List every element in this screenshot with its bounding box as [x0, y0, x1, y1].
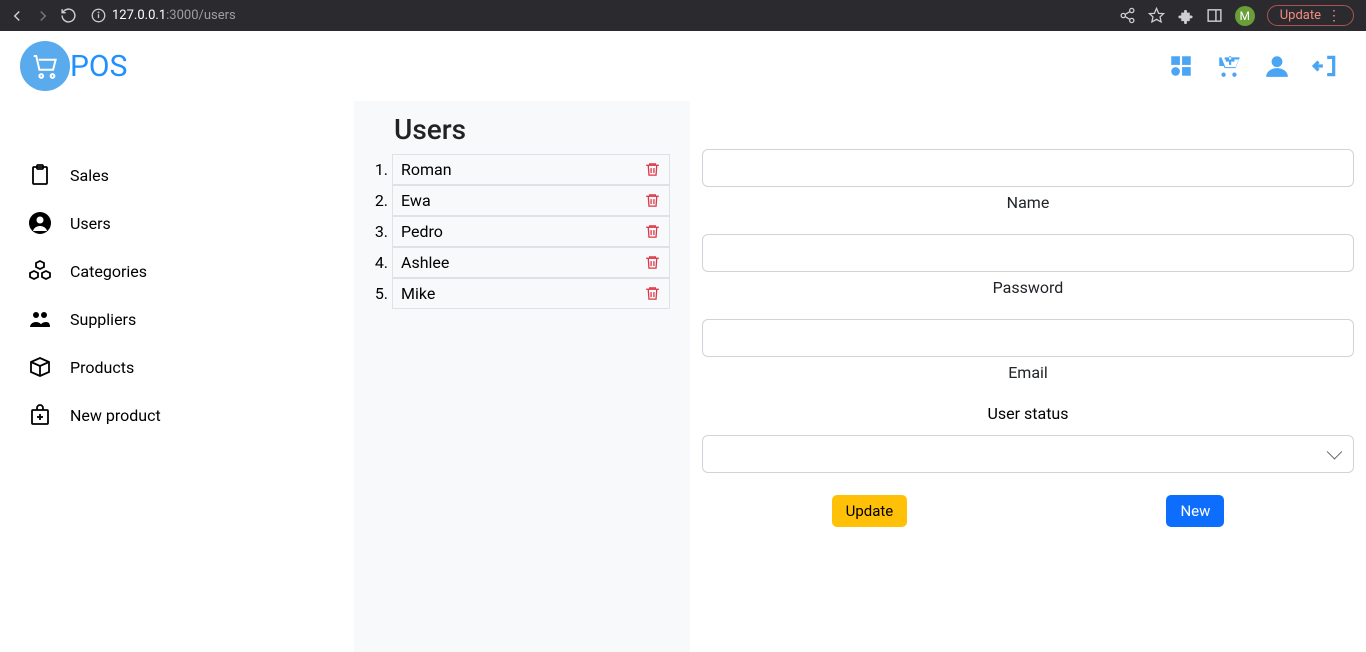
new-button[interactable]: New [1166, 495, 1224, 527]
sidebar-item-categories[interactable]: Categories [20, 247, 342, 295]
name-label: Name [702, 193, 1354, 212]
app-header: POS [0, 31, 1366, 101]
logo-text: POS [70, 49, 127, 84]
sidebar-item-label: Users [70, 214, 111, 233]
sidebar-item-products[interactable]: Products [20, 343, 342, 391]
list-item: Ewa [392, 185, 670, 216]
user-name: Pedro [401, 222, 443, 241]
cart-add-icon[interactable] [1216, 53, 1242, 79]
list-item: Roman [392, 154, 670, 185]
trash-icon[interactable] [644, 192, 661, 209]
user-row[interactable]: Pedro [392, 216, 670, 247]
user-circle-icon [28, 211, 52, 235]
list-item: Pedro [392, 216, 670, 247]
update-button[interactable]: Update [832, 495, 908, 527]
logo[interactable]: POS [20, 41, 127, 91]
boxes-icon [28, 259, 52, 283]
sidebar-item-label: Sales [70, 166, 109, 185]
browser-toolbar: 127.0.0.1:3000/users M Update ⋮ [0, 0, 1366, 31]
password-field[interactable] [702, 234, 1354, 272]
dashboard-icon[interactable] [1168, 53, 1194, 79]
user-row[interactable]: Mike [392, 278, 670, 309]
users-title: Users [374, 101, 670, 154]
name-field[interactable] [702, 149, 1354, 187]
back-icon[interactable] [8, 7, 26, 25]
sidebar-item-label: Suppliers [70, 310, 136, 329]
people-icon [28, 307, 52, 331]
header-actions [1168, 53, 1346, 79]
list-item: Ashlee [392, 247, 670, 278]
bag-plus-icon [28, 403, 52, 427]
sidebar-item-users[interactable]: Users [20, 199, 342, 247]
url-text: 127.0.0.1:3000/users [112, 8, 236, 23]
extensions-icon[interactable] [1177, 7, 1194, 24]
email-label: Email [702, 363, 1354, 382]
browser-actions: M Update ⋮ [1119, 5, 1358, 26]
status-select[interactable] [702, 435, 1354, 473]
user-row[interactable]: Ewa [392, 185, 670, 216]
bookmark-star-icon[interactable] [1148, 7, 1165, 24]
sidebar-item-suppliers[interactable]: Suppliers [20, 295, 342, 343]
clipboard-icon [28, 163, 52, 187]
user-row[interactable]: Roman [392, 154, 670, 185]
reload-icon[interactable] [60, 7, 77, 24]
logout-icon[interactable] [1312, 53, 1338, 79]
forward-icon[interactable] [34, 7, 52, 25]
sidebar-item-label: Products [70, 358, 134, 377]
user-form: Name Password Email User status Update N… [690, 101, 1366, 652]
user-row[interactable]: Ashlee [392, 247, 670, 278]
users-panel: Users Roman Ewa [354, 101, 690, 652]
trash-icon[interactable] [644, 161, 661, 178]
user-name: Roman [401, 160, 452, 179]
menu-dots-icon: ⋮ [1327, 9, 1341, 23]
sidebar-item-new-product[interactable]: New product [20, 391, 342, 439]
update-label: Update [1280, 8, 1321, 23]
form-buttons: Update New [702, 495, 1354, 527]
url-bar[interactable]: 127.0.0.1:3000/users [85, 3, 1111, 29]
trash-icon[interactable] [644, 254, 661, 271]
sidebar-item-label: New product [70, 406, 161, 425]
cart-logo-icon [20, 41, 70, 91]
url-path: :3000/users [166, 8, 236, 23]
site-info-icon[interactable] [91, 8, 106, 23]
user-name: Ashlee [401, 253, 449, 272]
user-name: Ewa [401, 191, 431, 210]
trash-icon[interactable] [644, 285, 661, 302]
user-list: Roman Ewa Pedro [374, 154, 670, 309]
browser-update-button[interactable]: Update ⋮ [1267, 5, 1354, 26]
list-item: Mike [392, 278, 670, 309]
main-content: Sales Users Categories Suppliers Product… [0, 101, 1366, 652]
user-icon[interactable] [1264, 53, 1290, 79]
sidebar-item-label: Categories [70, 262, 147, 281]
trash-icon[interactable] [644, 223, 661, 240]
password-label: Password [702, 278, 1354, 297]
share-icon[interactable] [1119, 7, 1136, 24]
status-label: User status [702, 404, 1354, 423]
email-field[interactable] [702, 319, 1354, 357]
sidebar: Sales Users Categories Suppliers Product… [0, 101, 354, 652]
user-name: Mike [401, 284, 435, 303]
url-host: 127.0.0.1 [112, 8, 166, 23]
box-icon [28, 355, 52, 379]
profile-avatar[interactable]: M [1235, 6, 1255, 26]
panel-icon[interactable] [1206, 7, 1223, 24]
sidebar-item-sales[interactable]: Sales [20, 151, 342, 199]
